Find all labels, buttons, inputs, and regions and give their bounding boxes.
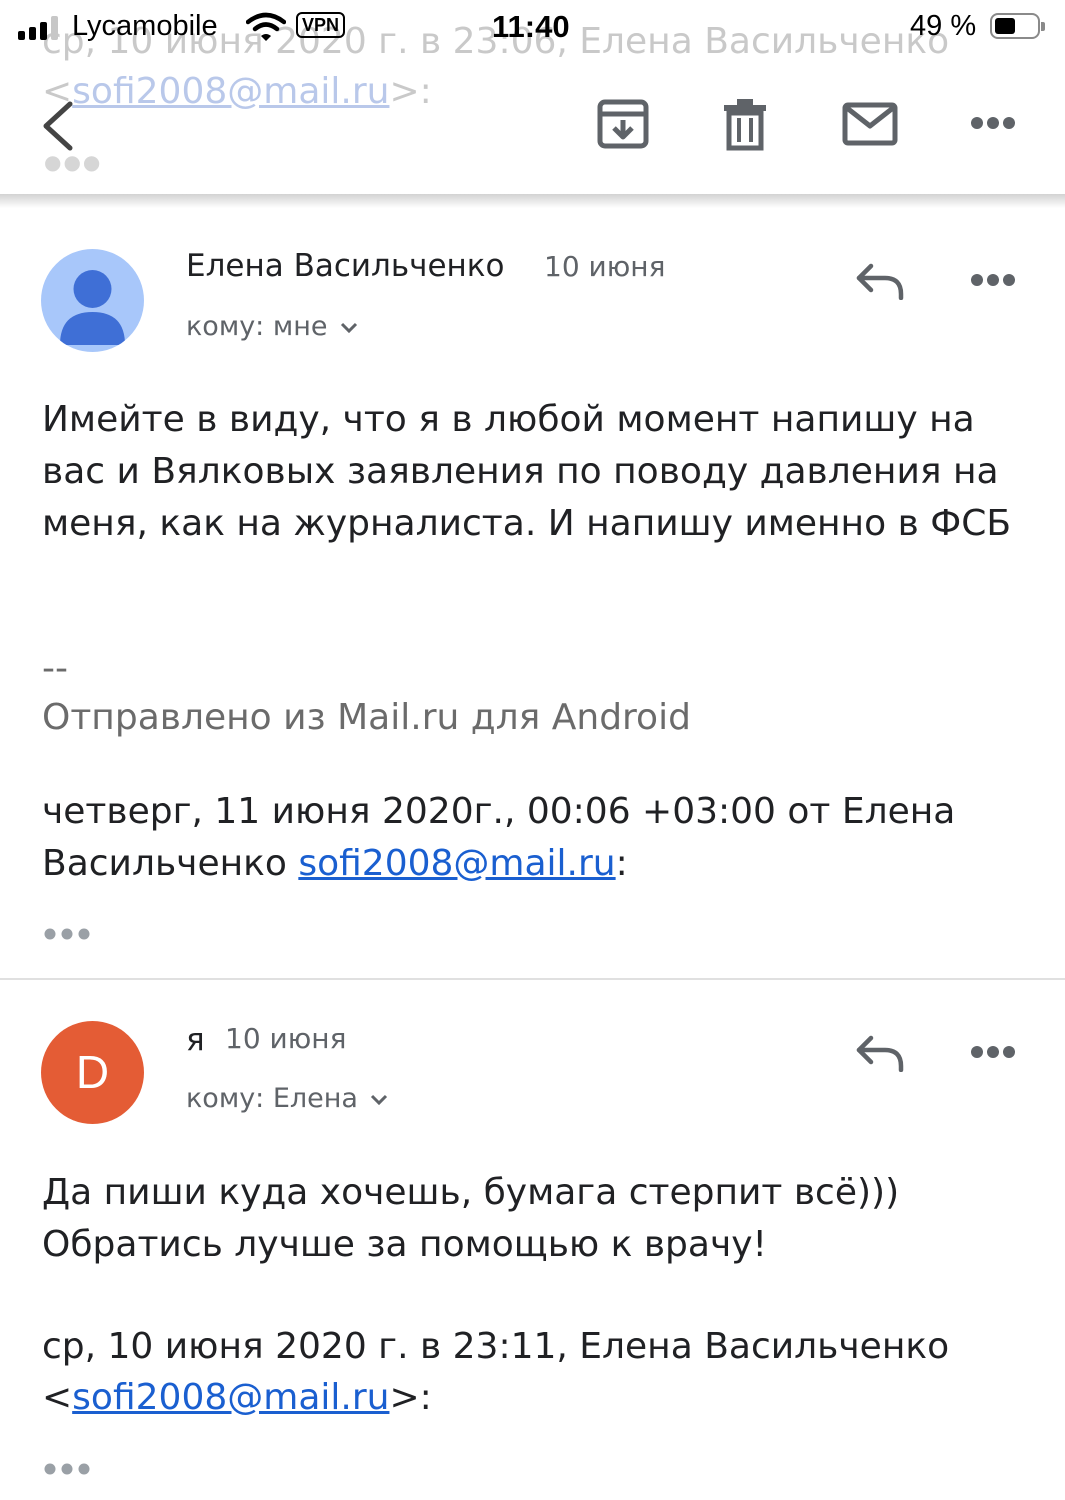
message-date: 10 июня <box>225 1022 347 1055</box>
recipient-toggle[interactable]: кому: мне <box>186 313 358 340</box>
wifi-icon <box>246 12 286 41</box>
quote-close: >: <box>389 1377 432 1418</box>
quote-open: < <box>42 1377 73 1418</box>
reply-icon[interactable] <box>855 1034 905 1072</box>
show-quoted-text-icon[interactable] <box>42 1462 92 1476</box>
sender-email-link[interactable]: sofi2008@mail.ru <box>72 1377 389 1418</box>
message-body-line: Да пиши куда хочешь, бумага стерпит всё)… <box>42 1172 900 1213</box>
status-bar: Lycamobile VPN 11:40 49 % <box>0 0 1065 56</box>
sender-name: я <box>186 1022 205 1058</box>
trash-icon[interactable] <box>722 96 768 152</box>
toolbar-shadow <box>0 194 1065 208</box>
mark-unread-icon[interactable] <box>842 102 898 146</box>
quote-header: четверг, 11 июня 2020г., 00:06 +03:00 от… <box>42 786 1032 890</box>
person-icon <box>60 270 125 345</box>
message-more-icon[interactable] <box>970 1045 1016 1059</box>
signature-separator: -- <box>42 648 68 689</box>
cell-signal-icon <box>18 16 62 40</box>
vpn-badge: VPN <box>296 12 346 38</box>
recipient-toggle[interactable]: кому: Елена <box>186 1085 388 1112</box>
status-time: 11:40 <box>492 9 570 44</box>
message-more-icon[interactable] <box>970 273 1016 287</box>
message-divider <box>0 978 1065 980</box>
more-icon[interactable] <box>970 116 1016 130</box>
archive-icon[interactable] <box>597 98 649 150</box>
chevron-down-icon <box>370 1094 388 1105</box>
quote-suffix: : <box>615 843 628 884</box>
quote-email-line: <sofi2008@mail.ru>: <box>42 1372 1032 1424</box>
recipient-label: кому: Елена <box>186 1083 358 1114</box>
reply-icon[interactable] <box>855 262 905 300</box>
back-icon[interactable] <box>38 98 78 154</box>
chevron-down-icon <box>340 322 357 333</box>
signature: Отправлено из Mail.ru для Android <box>42 697 691 738</box>
battery-percent: 49 % <box>910 10 977 42</box>
avatar[interactable] <box>41 249 144 352</box>
sender-email-link[interactable]: sofi2008@mail.ru <box>298 843 615 884</box>
message-body-line: Обратись лучше за помощью к врачу! <box>42 1224 767 1265</box>
message-body: Имейте в виду, что я в любой момент напи… <box>42 399 1012 544</box>
carrier-name: Lycamobile <box>72 10 218 42</box>
recipient-label: кому: мне <box>186 311 328 342</box>
top-toolbar <box>0 56 1065 196</box>
sender-name: Елена Васильченко <box>186 248 505 284</box>
message-date: 10 июня <box>544 250 666 283</box>
show-quoted-text-icon[interactable] <box>42 927 92 941</box>
avatar[interactable]: D <box>41 1021 144 1124</box>
battery-icon <box>990 13 1045 39</box>
quote-header: ср, 10 июня 2020 г. в 23:11, Елена Васил… <box>42 1326 950 1367</box>
